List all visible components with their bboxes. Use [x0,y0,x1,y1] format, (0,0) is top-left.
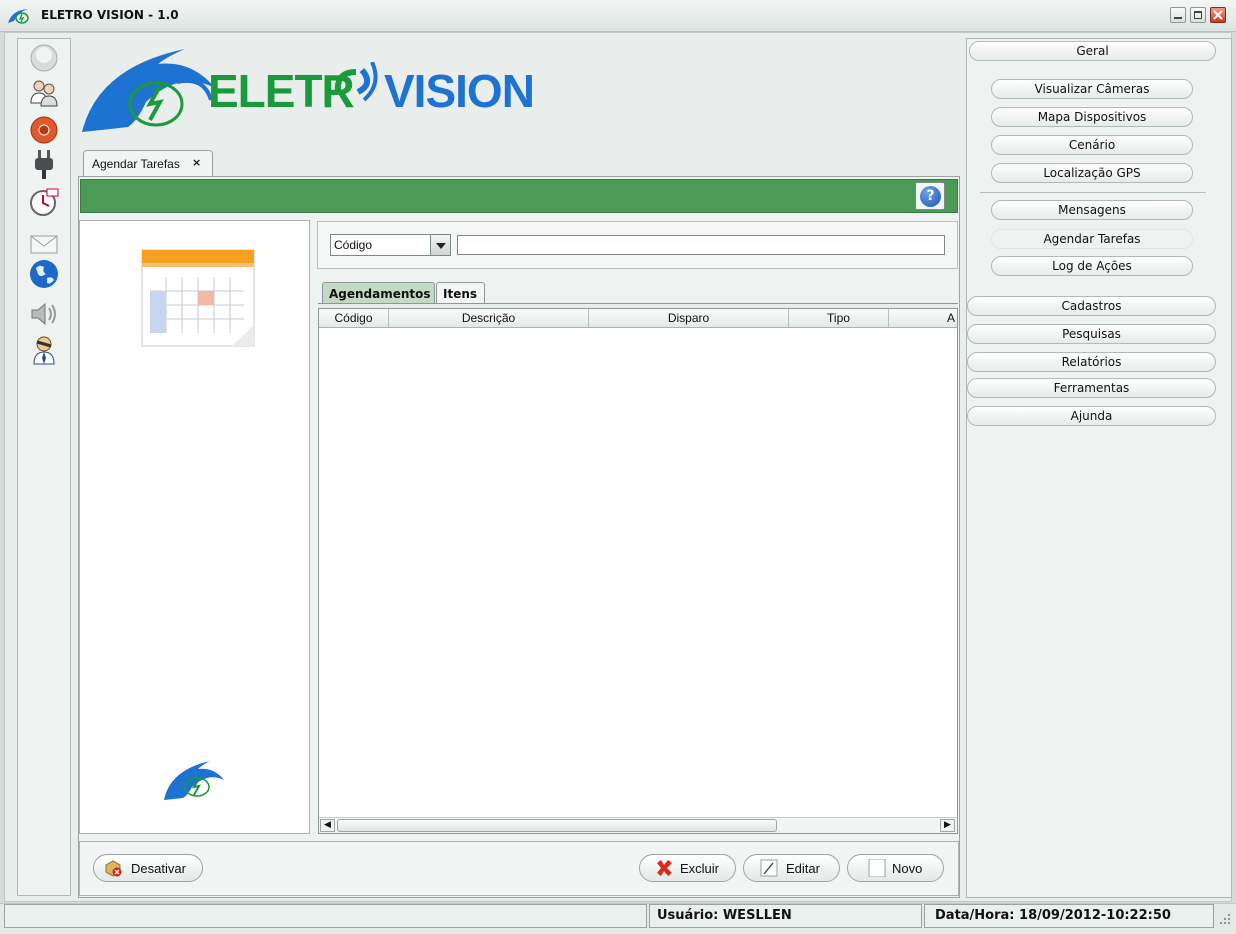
clock-icon[interactable] [28,186,60,218]
menu-divider [980,192,1206,193]
menu-item-cenario[interactable]: Cenário [991,135,1193,155]
deactivate-button[interactable]: Desativar [93,854,203,882]
menu-section-ajunda[interactable]: Ajunda [967,406,1216,426]
operator-icon[interactable] [28,334,60,366]
mail-icon[interactable] [28,228,60,260]
delete-icon [657,860,672,876]
menu-section-ferramentas[interactable]: Ferramentas [967,378,1216,398]
table-header: Código Descrição Disparo Tipo A [319,309,957,328]
status-message [4,904,647,928]
close-icon [1213,10,1223,20]
minimize-button[interactable] [1170,7,1186,23]
new-label: Novo [892,861,923,876]
edit-button[interactable]: Editar [743,854,840,882]
title-bar: ELETRO VISION - 1.0 [0,0,1236,32]
column-header-tipo[interactable]: Tipo [789,309,889,327]
tab-label: Agendar Tarefas [92,157,180,171]
maximize-button[interactable] [1190,7,1206,23]
close-window-button[interactable] [1210,7,1226,23]
menu-section-relatorios[interactable]: Relatórios [967,352,1216,372]
menu-group-geral[interactable]: Geral [969,41,1216,61]
column-header-descricao[interactable]: Descrição [389,309,589,327]
menu-item-mapa-dispositivos[interactable]: Mapa Dispositivos [991,107,1193,127]
eletro-vision-logo: ELETR VISION [80,42,535,137]
column-header-a[interactable]: A [889,309,957,327]
window-title: ELETRO VISION - 1.0 [41,8,179,22]
status-user: Usuário: WESLLEN [649,904,922,928]
help-icon: ? [920,186,941,207]
status-circle-icon[interactable] [28,42,60,74]
menu-item-log-de-acoes[interactable]: Log de Ações [991,256,1193,276]
plug-icon[interactable] [28,148,60,180]
users-icon[interactable] [28,77,60,109]
horizontal-scrollbar[interactable]: ◀ ▶ [319,817,957,833]
calendar-icon [141,249,255,347]
deactivate-label: Desativar [131,861,186,876]
app-logo-icon [8,9,29,24]
tab-agendamentos[interactable]: Agendamentos [322,282,435,304]
header-bar [80,179,958,213]
status-datetime: Data/Hora: 18/09/2012-10:22:50 [924,904,1214,928]
search-input[interactable] [457,235,945,255]
logo-text-vision: VISION [384,65,535,117]
speaker-icon[interactable] [28,298,60,330]
scroll-left-icon[interactable]: ◀ [320,819,335,832]
globe-icon[interactable] [28,258,60,290]
column-header-disparo[interactable]: Disparo [589,309,789,327]
schedule-table[interactable] [318,308,958,834]
delete-button[interactable]: Excluir [639,854,736,882]
new-document-icon [868,859,886,877]
logo-text-eletro: ELETR [208,65,355,117]
menu-item-agendar-tarefas[interactable]: Agendar Tarefas [991,229,1193,249]
new-button[interactable]: Novo [847,854,944,882]
column-header-codigo[interactable]: Código [319,309,389,327]
tab-close-icon[interactable]: × [192,156,201,169]
menu-item-visualizar-cameras[interactable]: Visualizar Câmeras [991,79,1193,99]
record-icon[interactable] [28,114,60,146]
tab-itens[interactable]: Itens [436,282,485,304]
menu-item-localizacao-gps[interactable]: Localização GPS [991,163,1193,183]
chevron-down-icon[interactable] [430,235,450,255]
scroll-thumb[interactable] [337,819,777,832]
search-field-value: Código [334,238,373,252]
deactivate-icon [105,860,122,877]
search-field-select[interactable]: Código [330,234,451,256]
help-button[interactable]: ? [915,182,945,210]
edit-label: Editar [786,861,820,876]
menu-item-mensagens[interactable]: Mensagens [991,200,1193,220]
edit-icon [760,859,778,877]
resize-grip-icon[interactable] [1216,910,1232,928]
menu-section-pesquisas[interactable]: Pesquisas [967,324,1216,344]
tab-agendar-tarefas[interactable]: Agendar Tarefas × [83,150,213,176]
delete-label: Excluir [680,861,720,876]
menu-section-cadastros[interactable]: Cadastros [967,296,1216,316]
small-logo-icon [164,761,224,800]
scroll-right-icon[interactable]: ▶ [940,819,955,832]
